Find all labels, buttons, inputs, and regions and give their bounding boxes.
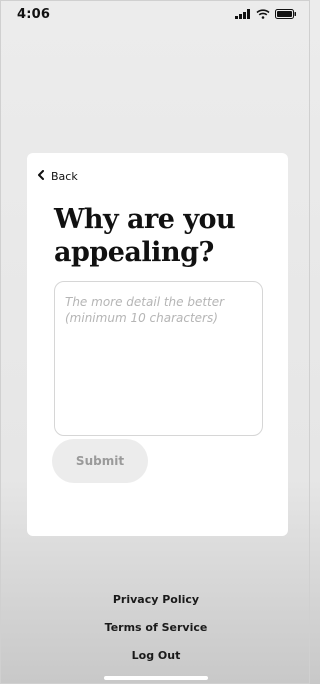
submit-button[interactable]: Submit <box>52 439 148 483</box>
page-title: Why are you appealing? <box>54 204 236 268</box>
terms-of-service-link[interactable]: Terms of Service <box>105 619 208 647</box>
battery-icon <box>275 9 297 19</box>
footer-links: Privacy Policy Terms of Service Log Out <box>1 591 311 675</box>
status-icons <box>235 9 297 19</box>
signal-icon <box>235 9 251 19</box>
privacy-policy-link[interactable]: Privacy Policy <box>113 591 199 619</box>
back-button[interactable]: Back <box>37 167 78 185</box>
chevron-left-icon <box>37 167 45 185</box>
appeal-card: Back Why are you appealing? Submit <box>27 153 288 536</box>
log-out-link[interactable]: Log Out <box>132 647 181 675</box>
home-indicator <box>104 676 208 680</box>
back-label: Back <box>51 169 78 183</box>
appeal-reason-input[interactable] <box>54 281 263 436</box>
status-time: 4:06 <box>17 6 51 22</box>
wifi-icon <box>256 9 270 19</box>
status-bar: 4:06 <box>1 1 311 45</box>
